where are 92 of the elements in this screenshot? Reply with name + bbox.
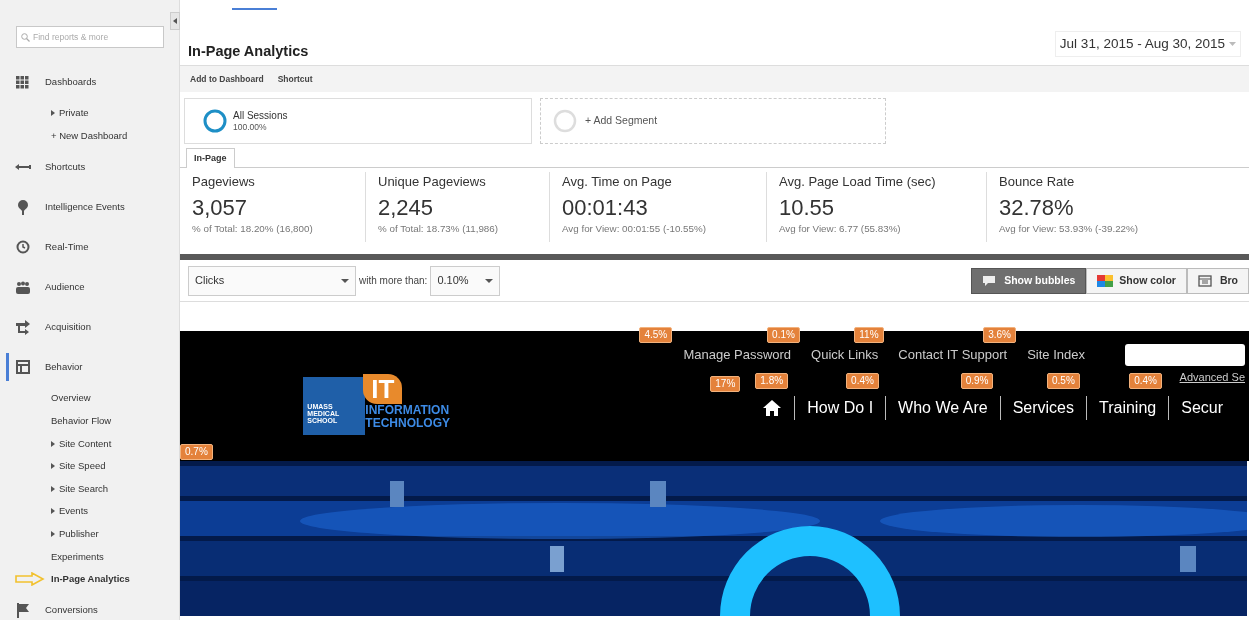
site-link[interactable]: Manage Password (683, 347, 792, 363)
page-title: In-Page Analytics (188, 42, 309, 60)
arrows-icon (15, 319, 30, 336)
metric-value: 3,057 (192, 195, 249, 220)
sidebar-subitem[interactable]: Events (0, 500, 179, 523)
ring-icon (553, 109, 577, 133)
search-field[interactable]: Find reports & more (16, 26, 164, 48)
site-link[interactable]: Contact IT Support (898, 347, 1008, 363)
sidebar-item[interactable]: Audience (0, 267, 179, 308)
percent-bubble: 0.7% (180, 444, 213, 460)
logo-text: TECHNOLOGY (365, 417, 450, 430)
site-nav-link[interactable]: Who We Are (898, 398, 988, 416)
site-nav-link[interactable]: How Do I (807, 398, 874, 416)
percent-bubble: 0.4% (1129, 372, 1162, 389)
caret-icon (1229, 41, 1236, 46)
percent-bubble: 4.5% (639, 327, 673, 344)
sidebar-subitem[interactable]: Behavior Flow (0, 409, 179, 433)
site-link[interactable]: Site Index (1027, 347, 1085, 363)
sidebar-subitem[interactable]: Site Speed (0, 454, 179, 478)
segment-percent: 100.00% (233, 121, 267, 132)
threshold-dropdown[interactable]: 0.10% (430, 265, 501, 296)
advanced-search-link[interactable]: Advanced Se (1179, 369, 1245, 386)
layout-icon (15, 360, 30, 375)
clock-icon (15, 240, 30, 255)
sidebar-subitem[interactable]: Overview (0, 387, 179, 410)
segment-card[interactable]: All Sessions 100.00% (184, 98, 532, 144)
people-icon (14, 280, 31, 294)
percent-bubble: 0.4% (846, 372, 879, 389)
metric-label: Avg. Time on Page (562, 173, 673, 191)
home-icon (762, 398, 783, 417)
sidebar-subitem[interactable]: Site Search (0, 477, 179, 501)
sidebar-subitem[interactable]: In-Page Analytics (0, 567, 179, 591)
site-nav-link[interactable]: Training (1099, 398, 1157, 416)
action-link[interactable]: Add to Dashboard (190, 72, 264, 86)
metric-label: Unique Pageviews (378, 173, 487, 191)
percent-bubble: 0.1% (767, 327, 800, 344)
add-segment-button[interactable]: + Add Segment (540, 98, 886, 144)
segment-name: All Sessions (233, 109, 288, 121)
sidebar-subitem[interactable]: Private (0, 102, 179, 125)
window-icon (1197, 274, 1214, 287)
metric-comparison: Avg for View: 53.93% (-39.22%) (999, 221, 1140, 236)
metric-label: Pageviews (192, 173, 256, 191)
arrow-icon (14, 162, 31, 173)
site-nav-link[interactable]: Secur (1181, 398, 1223, 416)
percent-bubble: 3.6% (983, 327, 1016, 344)
metric-comparison: Avg for View: 6.77 (55.83%) (779, 221, 902, 236)
metric-value: 00:01:43 (562, 195, 649, 220)
logo-badge: IT (363, 374, 403, 405)
site-nav-link[interactable]: Services (1012, 398, 1074, 416)
tab[interactable]: In-Page (186, 147, 235, 168)
sidebar-item[interactable]: Shortcuts (0, 147, 179, 188)
percent-bubble: 0.9% (960, 372, 994, 389)
metric-value: 32.78% (999, 195, 1075, 220)
sidebar-subitem[interactable]: Publisher (0, 522, 179, 546)
ring-icon (203, 109, 227, 133)
site-link[interactable]: Quick Links (811, 347, 879, 363)
pin-icon (16, 199, 29, 215)
sidebar-subitem[interactable]: + New Dashboard (0, 124, 179, 148)
metric-comparison: Avg for View: 00:01:55 (-10.55%) (562, 221, 707, 236)
metric-value: 10.55 (779, 195, 836, 220)
logo-text: INFORMATION (365, 404, 450, 417)
percent-bubble: 11% (854, 327, 884, 344)
grid-icon (16, 75, 29, 89)
toggle-button[interactable]: Bro (1186, 267, 1249, 294)
triangle-icon (173, 18, 178, 24)
metric-value: 2,245 (378, 195, 435, 220)
sidebar-item[interactable]: Intelligence Events (0, 187, 179, 228)
sidebar-subitem[interactable]: Experiments (0, 545, 179, 568)
percent-bubble: 17% (710, 375, 741, 392)
metric-comparison: % of Total: 18.20% (16,800) (192, 221, 314, 236)
percent-bubble: 0.5% (1047, 372, 1080, 389)
sidebar-item[interactable]: Conversions (0, 590, 179, 620)
metric-dropdown[interactable]: Clicks (188, 265, 356, 296)
sidebar-item[interactable]: Acquisition (0, 307, 179, 348)
toggle-button[interactable]: Show color (1086, 267, 1187, 294)
metric-comparison: % of Total: 18.73% (11,986) (378, 221, 499, 236)
sidebar-item[interactable]: Behavior (0, 347, 179, 388)
metric-label: Avg. Page Load Time (sec) (779, 173, 937, 191)
percent-bubble: 1.8% (755, 372, 789, 389)
action-link[interactable]: Shortcut (277, 72, 313, 86)
date-range-picker[interactable]: Jul 31, 2015 - Aug 30, 2015 (1054, 30, 1241, 57)
color-squares-icon (1097, 274, 1114, 287)
metric-label: Bounce Rate (999, 173, 1076, 191)
sidebar-item[interactable]: Real-Time (0, 227, 179, 268)
toggle-button[interactable]: Show bubbles (971, 267, 1087, 294)
sidebar-subitem[interactable]: Site Content (0, 432, 179, 455)
collapse-button[interactable] (170, 12, 180, 30)
sidebar-item[interactable]: Dashboards (0, 62, 179, 102)
filter-label: with more than: (359, 274, 428, 288)
site-search-field[interactable] (1125, 344, 1245, 366)
arrow-icon (15, 571, 45, 586)
flag-icon (16, 603, 29, 619)
